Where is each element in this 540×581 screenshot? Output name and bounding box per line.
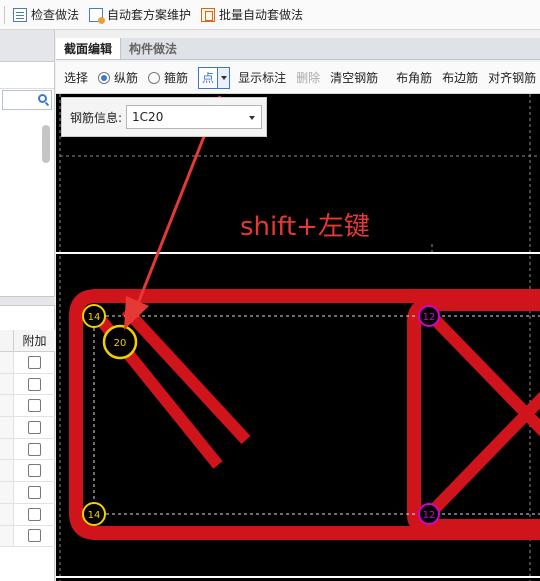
radio-unselected-icon[interactable] <box>148 71 161 84</box>
checkbox-cell <box>14 464 55 478</box>
toolbar-divider <box>4 5 5 24</box>
longitudinal-radio[interactable]: 纵筋 <box>98 69 138 86</box>
rebar-label-right-bottom: 12 <box>423 510 436 521</box>
row-header-cell <box>0 330 14 351</box>
stirrup-radio[interactable]: 箍筋 <box>148 69 188 86</box>
search-input[interactable] <box>2 90 52 110</box>
row-header-cell <box>0 460 14 482</box>
table-row <box>0 438 55 461</box>
auto-scheme-button[interactable]: 自动套方案维护 <box>85 3 195 27</box>
corner-rebar-button[interactable]: 布角筋 <box>396 69 432 86</box>
section-canvas[interactable]: 14 20 14 12 12 shift+左键 <box>56 94 540 581</box>
checkbox-cell <box>14 355 55 369</box>
rebar-label-top-left: 14 <box>88 312 101 323</box>
stirrup-label: 箍筋 <box>164 71 189 85</box>
extra-checkbox[interactable] <box>28 507 41 521</box>
check-method-label: 检查做法 <box>31 8 80 22</box>
batch-auto-label: 批量自动套做法 <box>219 8 304 22</box>
rebar-label-bottom-left: 14 <box>88 510 101 521</box>
chevron-down-icon <box>221 75 228 80</box>
scrollbar-thumb[interactable] <box>42 125 50 163</box>
checkbox-cell <box>14 399 55 413</box>
extra-checkbox[interactable] <box>28 355 41 369</box>
checkbox-cell <box>14 529 55 543</box>
row-header-cell <box>0 503 14 525</box>
align-rebar-button[interactable]: 对齐钢筋 <box>488 69 536 86</box>
left-panel: 附加 <box>0 30 55 581</box>
show-label-button[interactable]: 显示标注 <box>238 69 286 86</box>
tab-section-edit[interactable]: 截面编辑 <box>56 38 122 59</box>
row-header-cell <box>0 373 14 395</box>
search-icon[interactable] <box>38 94 47 103</box>
extra-checkbox[interactable] <box>28 420 41 434</box>
extra-checkbox[interactable] <box>28 377 41 391</box>
check-method-button[interactable]: 检查做法 <box>9 3 83 27</box>
batch-icon <box>201 7 216 22</box>
row-header-cell <box>0 525 14 547</box>
table-row <box>0 417 55 439</box>
rebar-label-right-top: 12 <box>423 312 436 323</box>
row-header-cell <box>0 395 14 417</box>
table-row <box>0 460 55 483</box>
row-header-cell <box>0 438 14 460</box>
row-header-cell <box>0 352 14 373</box>
checkbox-cell <box>14 507 55 521</box>
checkbox-cell <box>14 377 55 391</box>
extra-checkbox[interactable] <box>28 399 41 413</box>
section-drawing[interactable]: 14 20 14 12 12 shift+左键 <box>56 94 540 581</box>
table-header: 附加 <box>0 330 55 352</box>
section-toolbar: 选择 纵筋 箍筋 点 显示标注 删除 清空钢筋 布角筋 布边筋 对齐钢筋 <box>56 62 540 94</box>
placement-mode-select[interactable]: 点 <box>198 66 231 89</box>
rebar-label-placed: 20 <box>114 338 127 349</box>
panel-splitter[interactable] <box>0 296 55 306</box>
placement-mode-value: 点 <box>199 67 218 88</box>
table-row <box>0 373 55 396</box>
table-row <box>0 503 55 526</box>
dropdown-button[interactable] <box>217 67 230 88</box>
table-row <box>0 352 55 374</box>
extra-checkbox[interactable] <box>28 485 41 499</box>
checklist-icon <box>13 7 27 22</box>
rebar-markers: 14 20 14 12 12 <box>82 304 440 526</box>
batch-auto-button[interactable]: 批量自动套做法 <box>197 3 307 27</box>
rebar-info-label: 钢筋信息: <box>70 110 123 125</box>
rebar-info-panel: 钢筋信息: 1C20 <box>61 97 267 137</box>
row-header-cell <box>0 417 14 438</box>
extra-checkbox[interactable] <box>28 529 41 543</box>
table-row <box>0 482 55 504</box>
radio-selected-icon[interactable] <box>98 71 111 84</box>
checkbox-cell <box>14 420 55 434</box>
rebar-info-select[interactable]: 1C20 <box>126 105 263 129</box>
clear-rebar-button[interactable]: 清空钢筋 <box>330 69 378 86</box>
auto-scheme-label: 自动套方案维护 <box>107 8 192 22</box>
extra-checkbox[interactable] <box>28 442 41 456</box>
delete-button[interactable]: 删除 <box>296 69 320 86</box>
extra-checkbox[interactable] <box>28 464 41 478</box>
row-header-cell <box>0 482 14 503</box>
chevron-down-icon[interactable] <box>249 116 256 120</box>
rebar-info-value: 1C20 <box>132 110 164 124</box>
table-row <box>0 395 55 418</box>
auto-scheme-icon <box>89 7 106 24</box>
top-toolbar: 检查做法 自动套方案维护 批量自动套做法 <box>0 0 540 30</box>
table-row <box>0 525 55 548</box>
property-table: 附加 <box>0 330 55 548</box>
stirrups <box>69 289 540 540</box>
tab-component-method[interactable]: 构件做法 <box>121 38 185 59</box>
edge-rebar-button[interactable]: 布边筋 <box>442 69 478 86</box>
checkbox-cell <box>14 485 55 499</box>
left-panel-filter <box>0 62 54 89</box>
left-panel-header <box>0 30 54 62</box>
column-header-extra: 附加 <box>22 334 47 348</box>
annotation-text: shift+左键 <box>240 212 370 242</box>
tab-bar: 截面编辑 构件做法 <box>56 38 540 60</box>
checkbox-cell <box>14 442 55 456</box>
longitudinal-label: 纵筋 <box>114 71 139 85</box>
select-tool[interactable]: 选择 <box>64 69 88 86</box>
